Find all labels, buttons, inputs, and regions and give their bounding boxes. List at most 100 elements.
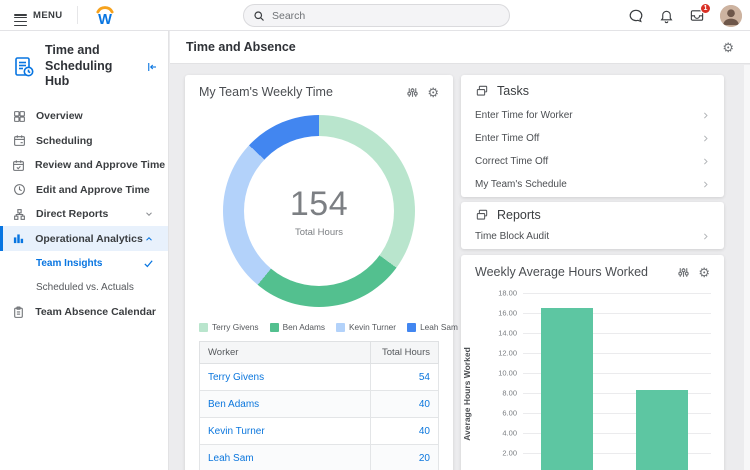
table-row-terry-givens: Terry Givens 54 — [198, 363, 439, 391]
grid-icon — [12, 110, 26, 123]
list-item-label: My Team's Schedule — [475, 179, 567, 190]
bar-1[interactable] — [541, 308, 593, 470]
sliders-icon[interactable] — [677, 266, 690, 279]
sliders-icon[interactable] — [406, 86, 419, 99]
legend-item-leah-sam[interactable]: Leah Sam — [407, 322, 458, 332]
chevron-up-icon — [143, 234, 156, 244]
legend-item-terry-givens[interactable]: Terry Givens — [199, 322, 259, 332]
sidebar-item-label: Overview — [36, 110, 83, 123]
list-item-label: Enter Time for Worker — [475, 110, 573, 121]
workday-logo[interactable]: W — [92, 2, 118, 28]
bell-icon[interactable] — [659, 8, 674, 24]
card-weekly-average-hours: Weekly Average Hours Worked ⚙ Average Ho… — [461, 255, 724, 470]
org-chart-icon — [12, 208, 26, 221]
y-axis-tick: 12.00 — [498, 348, 517, 358]
sidebar-item-label: Review and Approve Time — [35, 159, 166, 172]
main-header: Time and Absence ⚙ — [170, 31, 750, 64]
bar-2[interactable] — [636, 390, 688, 470]
inbox-icon[interactable]: 1 — [689, 3, 711, 23]
y-axis-tick: 10.00 — [498, 368, 517, 378]
legend-swatch — [199, 322, 208, 332]
chevron-right-icon — [701, 111, 710, 120]
calendar-check-icon — [12, 159, 25, 172]
document-clock-icon — [12, 44, 36, 90]
worker-link[interactable]: Leah Sam — [208, 453, 254, 464]
menu-button[interactable]: MENU — [0, 0, 77, 30]
legend-label: Kevin Turner — [349, 322, 397, 332]
search-input[interactable] — [272, 9, 500, 22]
donut-chart-wrap: 154 Total Hours — [223, 115, 415, 307]
sidebar-item-overview[interactable]: Overview — [0, 104, 168, 129]
donut-chart[interactable]: 154 Total Hours — [223, 115, 415, 307]
list-item-time-block-audit[interactable]: Time Block Audit — [461, 225, 724, 248]
sidebar-item-operational-analytics[interactable]: Operational Analytics — [0, 226, 168, 251]
chevron-right-icon — [701, 157, 710, 166]
collapse-left-icon[interactable] — [146, 44, 158, 90]
total-hours-cell: 54 — [370, 363, 439, 391]
sidebar: Time and Scheduling Hub Overview Scheduli… — [0, 31, 169, 470]
tasks-icon — [475, 84, 489, 98]
list-item-label: Enter Time Off — [475, 133, 540, 144]
total-hours-link[interactable]: 20 — [419, 453, 430, 464]
gear-icon[interactable]: ⚙ — [698, 266, 710, 279]
sidebar-item-label: Scheduling — [36, 134, 93, 147]
sidebar-subitem-team-insights[interactable]: Team Insights — [0, 251, 168, 276]
sidebar-title: Time and Scheduling Hub — [45, 43, 113, 89]
total-hours-link[interactable]: 54 — [419, 372, 430, 383]
chat-icon[interactable] — [628, 8, 644, 24]
worker-link[interactable]: Ben Adams — [208, 399, 259, 410]
total-hours-label: Total Hours — [294, 226, 344, 238]
reports-title: Reports — [497, 208, 541, 222]
y-axis-tick: 6.00 — [502, 408, 517, 418]
gear-icon[interactable]: ⚙ — [722, 41, 734, 54]
avatar[interactable] — [720, 4, 742, 27]
sidebar-item-team-absence-calendar[interactable]: Team Absence Calendar — [0, 300, 168, 325]
bar-chart: Average Hours Worked 18.00 16.00 14.00 12.0… — [461, 283, 724, 470]
worker-link[interactable]: Kevin Turner — [208, 426, 265, 437]
sidebar-item-direct-reports[interactable]: Direct Reports — [0, 202, 168, 227]
bar-chart-icon — [12, 232, 25, 245]
chevron-right-icon — [701, 134, 710, 143]
legend-swatch — [336, 322, 346, 332]
card-my-teams-weekly-time: My Team's Weekly Time ⚙ 154 Total Hours … — [185, 75, 458, 470]
donut-center: 154 Total Hours — [244, 136, 394, 286]
table-row-kevin-turner: Kevin Turner 40 — [198, 417, 439, 445]
y-axis-tick: 2.00 — [502, 448, 517, 458]
list-item-correct-time-off[interactable]: Correct Time Off — [461, 150, 724, 173]
legend-item-kevin-turner[interactable]: Kevin Turner — [336, 322, 396, 332]
sidebar-item-scheduling[interactable]: Scheduling — [0, 128, 168, 153]
total-hours-cell: 20 — [370, 444, 439, 470]
sidebar-item-review-and-approve-time[interactable]: Review and Approve Time — [0, 153, 168, 178]
gear-icon[interactable]: ⚙ — [427, 86, 439, 99]
chevron-right-icon — [701, 180, 710, 189]
list-item-enter-time-off[interactable]: Enter Time Off — [461, 127, 724, 150]
worker-cell: Terry Givens — [198, 363, 372, 391]
y-axis-tick: 18.00 — [498, 288, 517, 298]
tasks-list: Enter Time for Worker Enter Time Off Corre… — [461, 104, 724, 196]
tasks-title: Tasks — [497, 84, 529, 98]
legend-swatch — [407, 322, 417, 332]
clock-icon — [12, 183, 26, 196]
total-hours-link[interactable]: 40 — [419, 426, 430, 437]
card-actions: ⚙ — [406, 86, 439, 99]
sidebar-subitem-scheduled-vs-actuals[interactable]: Scheduled vs. Actuals — [0, 275, 168, 300]
reports-list: Time Block Audit — [461, 225, 724, 248]
legend-item-ben-adams[interactable]: Ben Adams — [269, 322, 326, 332]
list-item-enter-time-for-worker[interactable]: Enter Time for Worker — [461, 104, 724, 127]
column-header-total-hours: Total Hours — [370, 341, 439, 364]
total-hours-link[interactable]: 40 — [419, 399, 430, 410]
y-axis-tick: 14.00 — [498, 328, 517, 338]
y-axis-label: Average Hours Worked — [462, 347, 472, 441]
sidebar-header: Time and Scheduling Hub — [0, 31, 168, 100]
check-icon — [143, 258, 154, 269]
card-tasks: Tasks Enter Time for Worker Enter Time Of… — [461, 75, 724, 197]
topbar-actions: 1 — [628, 0, 742, 31]
card-header: Tasks — [461, 75, 724, 98]
sidebar-nav: Overview Scheduling Review and Approve Tim… — [0, 104, 168, 325]
scrollbar-track[interactable] — [744, 65, 750, 470]
list-item-my-team-s-schedule[interactable]: My Team's Schedule — [461, 173, 724, 196]
worker-link[interactable]: Terry Givens — [208, 372, 264, 383]
card-header: My Team's Weekly Time ⚙ — [185, 75, 453, 99]
sidebar-item-edit-and-approve-time[interactable]: Edit and Approve Time — [0, 177, 168, 202]
legend-label: Ben Adams — [282, 322, 326, 332]
